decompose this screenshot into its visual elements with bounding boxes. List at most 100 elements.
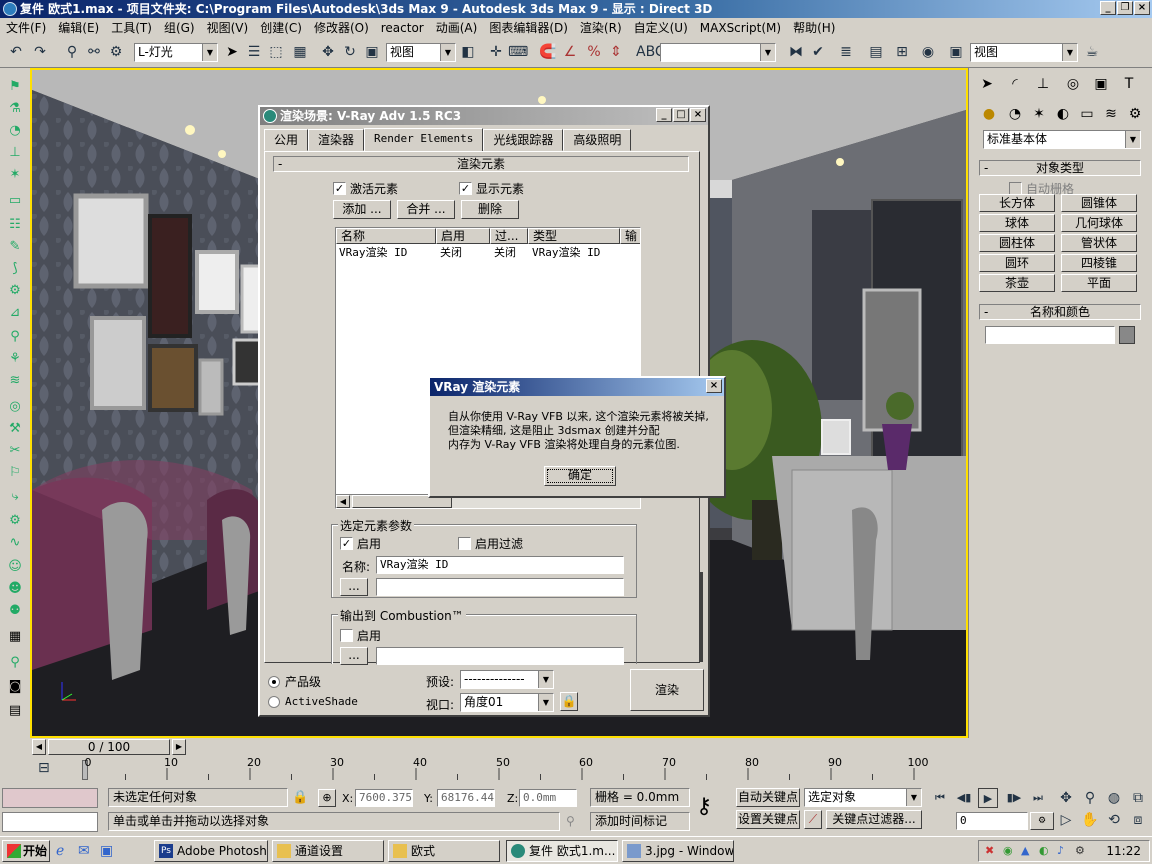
tray-icon[interactable]: ♪ [1057,844,1064,857]
tool-icon[interactable]: ☺ [6,558,24,576]
tool-icon[interactable]: ▭ [6,192,24,210]
schematic-view-icon[interactable]: ⊞ [892,42,912,62]
menu-rendering[interactable]: 渲染(R) [574,18,628,38]
minimize-button[interactable]: _ [1100,1,1116,15]
tool-icon[interactable]: ▦ [6,628,24,646]
col-output[interactable]: 输 [620,228,640,244]
tool-icon[interactable]: ⚲ [6,328,24,346]
tray-icon[interactable]: ✖ [985,844,994,857]
create-tab-icon[interactable]: ➤ [975,72,999,96]
select-link-icon[interactable]: ⚲ [62,42,82,62]
box-button[interactable]: 长方体 [979,194,1055,212]
torus-button[interactable]: 圆环 [979,254,1055,272]
col-filter[interactable]: 过... [490,228,528,244]
pyramid-button[interactable]: 四棱锥 [1061,254,1137,272]
outlook-icon[interactable]: ✉ [78,843,90,859]
tray-icon[interactable]: ◐ [1039,844,1049,857]
min-max-toggle-icon[interactable]: ⧈ [1128,810,1148,830]
lock-selection-icon[interactable]: 🔒 [292,790,308,805]
utilities-tab-icon[interactable]: T [1117,72,1141,96]
tool-icon[interactable]: ⚙ [6,282,24,300]
tool-icon[interactable]: ✎ [6,238,24,256]
tube-button[interactable]: 管状体 [1061,234,1137,252]
activate-elements-checkbox[interactable]: ✓ 激活元素 [333,180,398,197]
display-elements-checkbox[interactable]: ✓ 显示元素 [459,180,524,197]
merge-button[interactable]: 合并 ... [397,200,455,219]
redo-icon[interactable]: ↷ [30,42,50,62]
tab-common[interactable]: 公用 [264,129,309,151]
tool-icon[interactable]: ⟆ [6,260,24,278]
menu-help[interactable]: 帮助(H) [787,18,841,38]
angle-snap-icon[interactable]: ∠ [560,42,580,62]
combustion-browse-button[interactable]: ... [340,647,368,665]
goto-end-icon[interactable]: ⏭ [1028,788,1048,808]
render-view-select[interactable]: 视图 ▼ [970,43,1078,62]
tool-icon[interactable]: ◙ [6,678,24,696]
task-photoshop[interactable]: Ps Adobe Photosh... [154,840,268,862]
zoom-icon[interactable]: ✥ [1056,788,1076,808]
modify-tab-icon[interactable]: ◜ [1003,72,1027,96]
y-coordinate[interactable]: 68176.445 [437,789,495,807]
add-button[interactable]: 添加 ... [333,200,391,219]
tab-advanced-lighting[interactable]: 高级照明 [563,129,632,151]
cylinder-button[interactable]: 圆柱体 [979,234,1055,252]
tool-icon[interactable]: ⚐ [6,464,24,482]
auto-key-button[interactable]: 自动关键点 [736,788,800,807]
align-icon[interactable]: ✔ [808,42,828,62]
cone-button[interactable]: 圆锥体 [1061,194,1137,212]
start-button[interactable]: 开始 [2,840,50,862]
snap-icon[interactable]: 🧲 [538,42,558,62]
tool-icon[interactable]: ⚑ [6,78,24,96]
fov-icon[interactable]: ▷ [1056,810,1076,830]
tab-render-elements[interactable]: Render Elements [364,128,484,151]
arc-rotate-icon[interactable]: ⟲ [1104,810,1124,830]
zoom-all-icon[interactable]: ⚲ [1080,788,1100,808]
prev-frame-icon[interactable]: ◀▮ [954,788,974,808]
tool-icon[interactable]: ▤ [6,702,24,720]
element-enable-checkbox[interactable]: ✓ 启用 [340,535,381,552]
tool-icon[interactable]: ⊿ [6,304,24,322]
col-type[interactable]: 类型 [528,228,620,244]
display-tab-icon[interactable]: ▣ [1089,72,1113,96]
sphere-button[interactable]: 球体 [979,214,1055,232]
scale-icon[interactable]: ▣ [362,42,382,62]
menu-file[interactable]: 文件(F) [0,18,52,38]
spacewarps-icon[interactable]: ≋ [1099,102,1123,126]
key-filters-button[interactable]: 关键点过滤器... [826,810,922,829]
task-3dsmax[interactable]: 复件 欧式1.m... [506,840,618,862]
task-euro-style[interactable]: 欧式 [388,840,500,862]
tool-icon[interactable]: ≋ [6,372,24,390]
combustion-enable-checkbox[interactable]: 启用 [340,627,381,644]
quick-render-icon[interactable]: ☕ [1082,42,1102,62]
tool-icon[interactable]: ☻ [6,580,24,598]
delete-button[interactable]: 删除 [461,200,519,219]
primitive-category-select[interactable]: 标准基本体 ▼ [983,130,1141,149]
tool-icon[interactable]: ⚙ [6,512,24,530]
tool-icon[interactable]: ◔ [6,122,24,140]
tool-icon[interactable]: ∿ [6,534,24,552]
preset-select[interactable]: -------------- ▼ [460,670,554,689]
edit-named-selection-icon[interactable]: ABC [636,42,665,62]
menu-reactor[interactable]: reactor [375,18,430,38]
menu-group[interactable]: 组(G) [158,18,201,38]
reference-coordinate-select[interactable]: 视图 ▼ [386,43,456,62]
combustion-path-input[interactable] [376,647,624,665]
motion-tab-icon[interactable]: ◎ [1061,72,1085,96]
menu-create[interactable]: 创建(C) [254,18,308,38]
render-button[interactable]: 渲染 [630,669,704,711]
menu-modifiers[interactable]: 修改器(O) [308,18,375,38]
ok-button[interactable]: 确定 [544,466,616,486]
cameras-icon[interactable]: ◐ [1051,102,1075,126]
dialog-maximize-button[interactable]: □ [673,108,689,122]
tab-renderer[interactable]: 渲染器 [308,129,365,151]
material-editor-icon[interactable]: ◉ [918,42,938,62]
layer-manager-icon[interactable]: ≣ [836,42,856,62]
tool-icon[interactable]: ◎ [6,398,24,416]
move-icon[interactable]: ✥ [318,42,338,62]
bind-space-warp-icon[interactable]: ⚙ [106,42,126,62]
percent-snap-icon[interactable]: % [584,42,604,62]
name-color-rollout[interactable]: - 名称和颜色 [979,304,1141,320]
tool-icon[interactable]: ⊥ [6,144,24,162]
production-radio[interactable]: 产品级 [268,673,321,690]
keyboard-shortcut-icon[interactable]: ⌨ [508,42,528,62]
